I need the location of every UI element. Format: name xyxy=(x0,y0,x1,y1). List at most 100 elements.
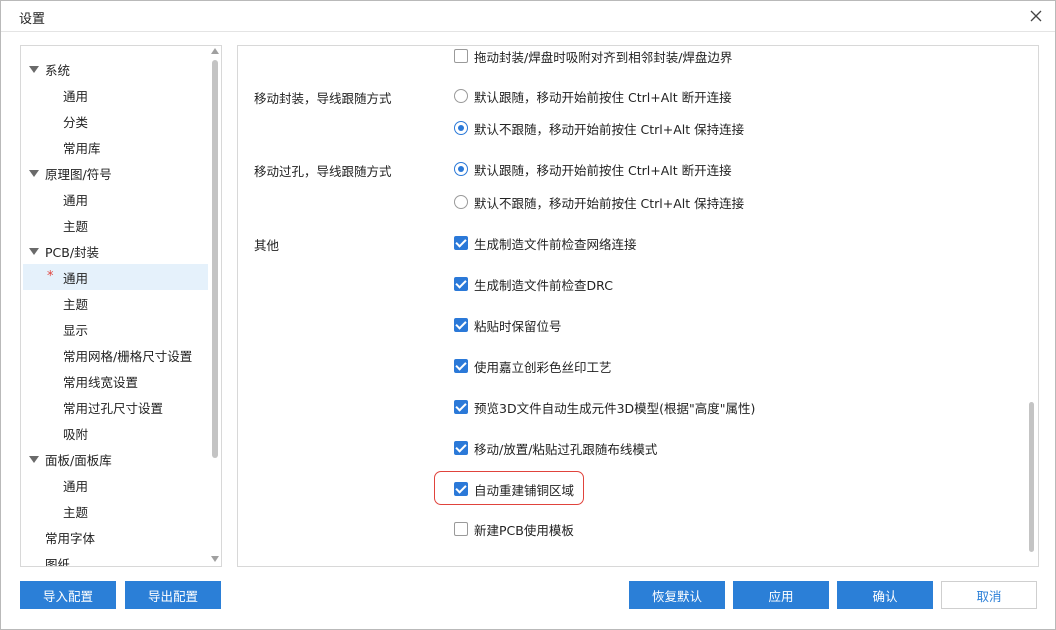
tree-item[interactable]: 分类 xyxy=(23,108,208,134)
radio-button[interactable] xyxy=(454,162,468,176)
tree-item-label: 主题 xyxy=(63,504,89,520)
section-move-via: 移动过孔，导线跟随方式 xyxy=(254,164,392,179)
tree-item-label: 常用网格/栅格尺寸设置 xyxy=(63,348,193,364)
settings-dialog: 设置 系统 通用 分类 常用库 原理图/符号 通用 主题 PCB/封装 * 通用 主题 显示 常用网格/… xyxy=(0,0,1056,630)
section-move-footprint: 移动封装，导线跟随方式 xyxy=(254,91,392,106)
option-check-netlist[interactable]: 生成制造文件前检查网络连接 xyxy=(454,233,637,253)
tree-item-label: 图纸 xyxy=(45,556,71,567)
tree-item-label: 面板/面板库 xyxy=(45,452,112,468)
tree-item[interactable]: * 通用 xyxy=(23,264,208,290)
checkbox[interactable] xyxy=(454,236,468,250)
option-pcb-template[interactable]: 新建PCB使用模板 xyxy=(454,519,574,539)
checkbox[interactable] xyxy=(454,522,468,536)
tree-item[interactable]: 图纸 xyxy=(23,550,208,567)
tree-scrollbar[interactable] xyxy=(210,46,220,564)
tree-item[interactable]: 主题 xyxy=(23,212,208,238)
option-label: 默认跟随，移动开始前按住 Ctrl+Alt 断开连接 xyxy=(474,162,732,178)
option-3d-preview[interactable]: 预览3D文件自动生成元件3D模型(根据"高度"属性) xyxy=(454,397,755,417)
tree-item-label: PCB/封装 xyxy=(45,244,100,260)
tree-item[interactable]: 原理图/符号 xyxy=(23,160,208,186)
radio-button[interactable] xyxy=(454,121,468,135)
checkbox[interactable] xyxy=(454,277,468,291)
tree-item-label: 常用库 xyxy=(63,140,101,156)
radio-button[interactable] xyxy=(454,89,468,103)
apply-button[interactable]: 应用 xyxy=(733,581,829,609)
settings-content: 拖动封装/焊盘时吸附对齐到相邻封装/焊盘边界 移动封装，导线跟随方式 默认跟随，… xyxy=(237,45,1039,567)
option-label: 预览3D文件自动生成元件3D模型(根据"高度"属性) xyxy=(474,400,756,416)
modified-marker: * xyxy=(47,269,54,284)
scroll-down-arrow-icon[interactable] xyxy=(211,556,219,562)
tree-item[interactable]: 面板/面板库 xyxy=(23,446,208,472)
option-label: 生成制造文件前检查DRC xyxy=(474,277,613,293)
tree-item[interactable]: 显示 xyxy=(23,316,208,342)
import-config-button[interactable]: 导入配置 xyxy=(20,581,116,609)
checkbox[interactable] xyxy=(454,441,468,455)
tree-item-label: 常用线宽设置 xyxy=(63,374,139,390)
radio-footprint-follow[interactable]: 默认跟随，移动开始前按住 Ctrl+Alt 断开连接 xyxy=(454,86,732,106)
tree-item-label: 系统 xyxy=(45,62,71,78)
tree-item[interactable]: PCB/封装 xyxy=(23,238,208,264)
option-keep-designator[interactable]: 粘贴时保留位号 xyxy=(454,315,562,335)
option-via-follow-routing[interactable]: 移动/放置/粘贴过孔跟随布线模式 xyxy=(454,438,657,458)
tree-item-label: 原理图/符号 xyxy=(45,166,112,182)
tree-item-label: 主题 xyxy=(63,296,89,312)
expand-caret-icon[interactable] xyxy=(29,248,39,255)
radio-button[interactable] xyxy=(454,195,468,209)
tree-item[interactable]: 常用库 xyxy=(23,134,208,160)
tree-item[interactable]: 常用网格/栅格尺寸设置 xyxy=(23,342,208,368)
tree-item[interactable]: 通用 xyxy=(23,186,208,212)
confirm-button[interactable]: 确认 xyxy=(837,581,933,609)
restore-default-button[interactable]: 恢复默认 xyxy=(629,581,725,609)
option-label: 拖动封装/焊盘时吸附对齐到相邻封装/焊盘边界 xyxy=(474,49,733,65)
tree-item[interactable]: 通用 xyxy=(23,82,208,108)
radio-footprint-nofollow[interactable]: 默认不跟随，移动开始前按住 Ctrl+Alt 保持连接 xyxy=(454,118,744,138)
option-auto-rebuild-copper[interactable]: 自动重建铺铜区域 xyxy=(454,479,574,499)
settings-scroll-thumb[interactable] xyxy=(1029,402,1034,552)
option-label: 自动重建铺铜区域 xyxy=(474,482,575,498)
tree-item-label: 分类 xyxy=(63,114,89,130)
tree-item-label: 通用 xyxy=(63,478,89,494)
option-label: 生成制造文件前检查网络连接 xyxy=(474,236,637,252)
radio-via-follow[interactable]: 默认跟随，移动开始前按住 Ctrl+Alt 断开连接 xyxy=(454,159,732,179)
expand-caret-icon[interactable] xyxy=(29,170,39,177)
tree-item[interactable]: 系统 xyxy=(23,56,208,82)
tree-item-label: 通用 xyxy=(63,192,89,208)
checkbox[interactable] xyxy=(454,49,468,63)
tree-item[interactable]: 常用过孔尺寸设置 xyxy=(23,394,208,420)
tree-item-label: 主题 xyxy=(63,218,89,234)
option-color-silkscreen[interactable]: 使用嘉立创彩色丝印工艺 xyxy=(454,356,612,376)
checkbox[interactable] xyxy=(454,359,468,373)
export-config-button[interactable]: 导出配置 xyxy=(125,581,221,609)
tree-item[interactable]: 主题 xyxy=(23,290,208,316)
checkbox[interactable] xyxy=(454,482,468,496)
close-icon xyxy=(1030,10,1042,22)
scroll-up-arrow-icon[interactable] xyxy=(211,48,219,54)
option-snap-align[interactable]: 拖动封装/焊盘时吸附对齐到相邻封装/焊盘边界 xyxy=(454,46,732,66)
settings-scrollbar[interactable] xyxy=(1025,46,1037,564)
tree-scroll-thumb[interactable] xyxy=(212,60,218,458)
checkbox[interactable] xyxy=(454,318,468,332)
dialog-title: 设置 xyxy=(19,12,46,27)
tree-item[interactable]: 吸附 xyxy=(23,420,208,446)
tree-item-label: 常用过孔尺寸设置 xyxy=(63,400,164,416)
tree-item[interactable]: 常用字体 xyxy=(23,524,208,550)
option-label: 移动/放置/粘贴过孔跟随布线模式 xyxy=(474,441,658,457)
tree-item-label: 常用字体 xyxy=(45,530,96,546)
tree-item[interactable]: 常用线宽设置 xyxy=(23,368,208,394)
option-label: 默认不跟随，移动开始前按住 Ctrl+Alt 保持连接 xyxy=(474,195,745,211)
expand-caret-icon[interactable] xyxy=(29,456,39,463)
option-check-drc[interactable]: 生成制造文件前检查DRC xyxy=(454,274,613,294)
option-label: 默认不跟随，移动开始前按住 Ctrl+Alt 保持连接 xyxy=(474,121,745,137)
cancel-button[interactable]: 取消 xyxy=(941,581,1037,609)
expand-caret-icon[interactable] xyxy=(29,66,39,73)
checkbox[interactable] xyxy=(454,400,468,414)
tree-item-label: 通用 xyxy=(63,270,89,286)
section-other: 其他 xyxy=(254,238,280,253)
title-bar: 设置 xyxy=(1,1,1055,32)
option-label: 默认跟随，移动开始前按住 Ctrl+Alt 断开连接 xyxy=(474,89,732,105)
close-button[interactable] xyxy=(1025,5,1047,27)
settings-tree: 系统 通用 分类 常用库 原理图/符号 通用 主题 PCB/封装 * 通用 主题 显示 常用网格/栅格尺… xyxy=(20,45,222,567)
tree-item[interactable]: 通用 xyxy=(23,472,208,498)
tree-item[interactable]: 主题 xyxy=(23,498,208,524)
radio-via-nofollow[interactable]: 默认不跟随，移动开始前按住 Ctrl+Alt 保持连接 xyxy=(454,192,744,212)
